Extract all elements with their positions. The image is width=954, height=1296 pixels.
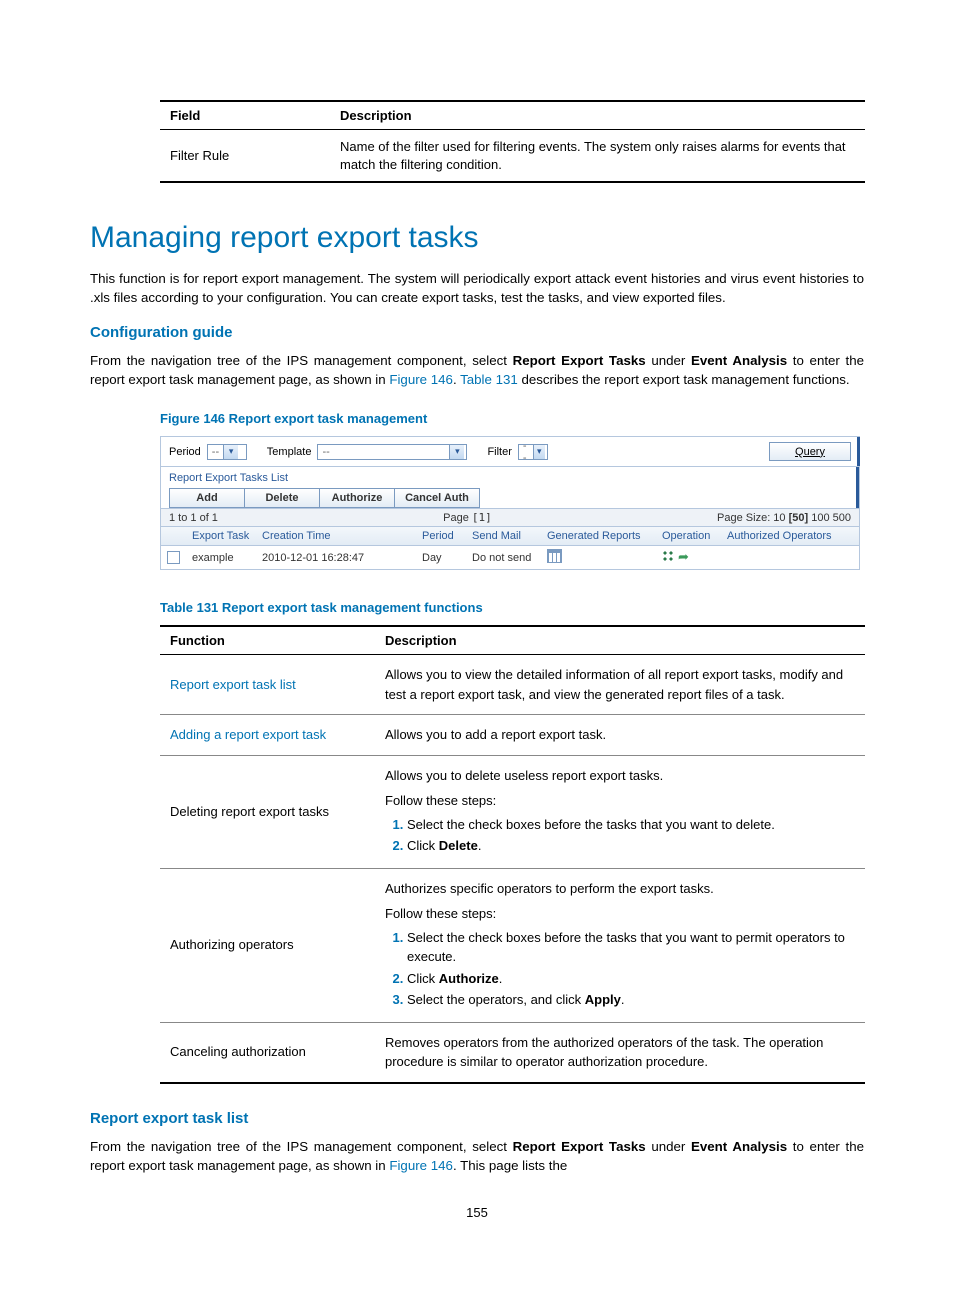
cell-auth-ops (721, 546, 860, 570)
table-row: Filter Rule Name of the filter used for … (160, 130, 865, 183)
th-creation-time[interactable]: Creation Time (256, 527, 416, 546)
cell-field: Filter Rule (160, 130, 330, 183)
cell-desc: Allows you to add a report export task. (375, 715, 865, 756)
period-select[interactable]: -- ▾ (207, 444, 247, 460)
heading-config-guide: Configuration guide (90, 324, 864, 341)
cell-operation: ➦ (656, 546, 721, 570)
detail-icon[interactable] (662, 550, 674, 562)
template-label: Template (267, 446, 312, 458)
cell-desc: Authorizes specific operators to perform… (375, 868, 865, 1022)
table-row: Canceling authorization Removes operator… (160, 1022, 865, 1083)
cell-desc: Allows you to delete useless report expo… (375, 755, 865, 868)
th-description: Description (375, 626, 865, 655)
th-auth-operators[interactable]: Authorized Operators (721, 527, 860, 546)
calendar-icon (547, 549, 562, 563)
cell-func: Authorizing operators (160, 868, 375, 1022)
link-report-export-task-list[interactable]: Report export task list (170, 677, 296, 692)
table-131-caption: Table 131 Report export task management … (160, 600, 864, 615)
chevron-down-icon: ▾ (223, 445, 238, 459)
pager-size: Page Size: 10 [50] 100 500 (717, 512, 851, 524)
config-paragraph: From the navigation tree of the IPS mana… (90, 351, 864, 390)
cell-generated[interactable] (541, 546, 656, 570)
delete-button[interactable]: Delete (244, 488, 320, 508)
table-row: Authorizing operators Authorizes specifi… (160, 868, 865, 1022)
link-figure-146[interactable]: Figure 146 (389, 372, 453, 387)
step: Select the check boxes before the tasks … (407, 815, 855, 835)
cell-desc: Removes operators from the authorized op… (375, 1022, 865, 1083)
table-131: Function Description Report export task … (160, 625, 865, 1084)
link-adding-task[interactable]: Adding a report export task (170, 727, 326, 742)
figure-pager: 1 to 1 of 1 Page [1] Page Size: 10 [50] … (160, 509, 860, 527)
cell-func: Deleting report export tasks (160, 755, 375, 868)
figure-146: Period -- ▾ Template -- ▾ Filter -- ▾ Qu… (160, 436, 860, 570)
pager-center: Page [1] (218, 511, 717, 524)
page-number: 155 (90, 1205, 864, 1220)
cell-ctime: 2010-12-01 16:28:47 (256, 546, 416, 570)
cell-desc: Allows you to view the detailed informat… (375, 655, 865, 715)
th-export-task[interactable]: Export Task (186, 527, 256, 546)
step: Select the operators, and click Apply. (407, 990, 855, 1010)
pager-range: 1 to 1 of 1 (169, 512, 218, 524)
heading-h1: Managing report export tasks (90, 221, 864, 255)
heading-report-export-task-list: Report export task list (90, 1110, 864, 1127)
table-row: Deleting report export tasks Allows you … (160, 755, 865, 868)
authorize-button[interactable]: Authorize (319, 488, 395, 508)
cell-func: Canceling authorization (160, 1022, 375, 1083)
th-send-mail[interactable]: Send Mail (466, 527, 541, 546)
intro-paragraph: This function is for report export manag… (90, 269, 864, 308)
table-row: example 2010-12-01 16:28:47 Day Do not s… (161, 546, 860, 570)
cell-mail: Do not send (466, 546, 541, 570)
th-function: Function (160, 626, 375, 655)
figure-toolbar: Period -- ▾ Template -- ▾ Filter -- ▾ Qu… (160, 436, 860, 467)
table-row: Report export task list Allows you to vi… (160, 655, 865, 715)
th-period[interactable]: Period (416, 527, 466, 546)
cell-period: Day (416, 546, 466, 570)
query-button[interactable]: Query (769, 442, 851, 461)
cell-task-name[interactable]: example (186, 546, 256, 570)
th-generated-reports[interactable]: Generated Reports (541, 527, 656, 546)
filter-label: Filter (487, 446, 511, 458)
add-button[interactable]: Add (169, 488, 245, 508)
table-row: Adding a report export task Allows you t… (160, 715, 865, 756)
chevron-down-icon: ▾ (533, 445, 545, 459)
step: Click Delete. (407, 836, 855, 856)
row-checkbox[interactable] (167, 551, 180, 564)
link-table-131[interactable]: Table 131 (460, 372, 518, 387)
figure-data-table: Export Task Creation Time Period Send Ma… (160, 527, 860, 570)
run-icon[interactable]: ➦ (678, 550, 689, 563)
list-title: Report Export Tasks List (169, 472, 851, 484)
th-field: Field (160, 101, 330, 130)
template-select[interactable]: -- ▾ (317, 444, 467, 460)
field-description-table: Field Description Filter Rule Name of th… (160, 100, 865, 183)
th-operation[interactable]: Operation (656, 527, 721, 546)
period-label: Period (169, 446, 201, 458)
th-checkbox (161, 527, 187, 546)
chevron-down-icon: ▾ (449, 445, 464, 459)
figure-list-area: Report Export Tasks List Add Delete Auth… (160, 467, 860, 509)
step: Select the check boxes before the tasks … (407, 928, 855, 967)
step: Click Authorize. (407, 969, 855, 989)
cell-desc: Name of the filter used for filtering ev… (330, 130, 865, 183)
list-paragraph: From the navigation tree of the IPS mana… (90, 1137, 864, 1176)
cancel-auth-button[interactable]: Cancel Auth (394, 488, 480, 508)
filter-select[interactable]: -- ▾ (518, 444, 548, 460)
th-desc: Description (330, 101, 865, 130)
link-figure-146-b[interactable]: Figure 146 (389, 1158, 453, 1173)
figure-caption: Figure 146 Report export task management (160, 411, 864, 426)
